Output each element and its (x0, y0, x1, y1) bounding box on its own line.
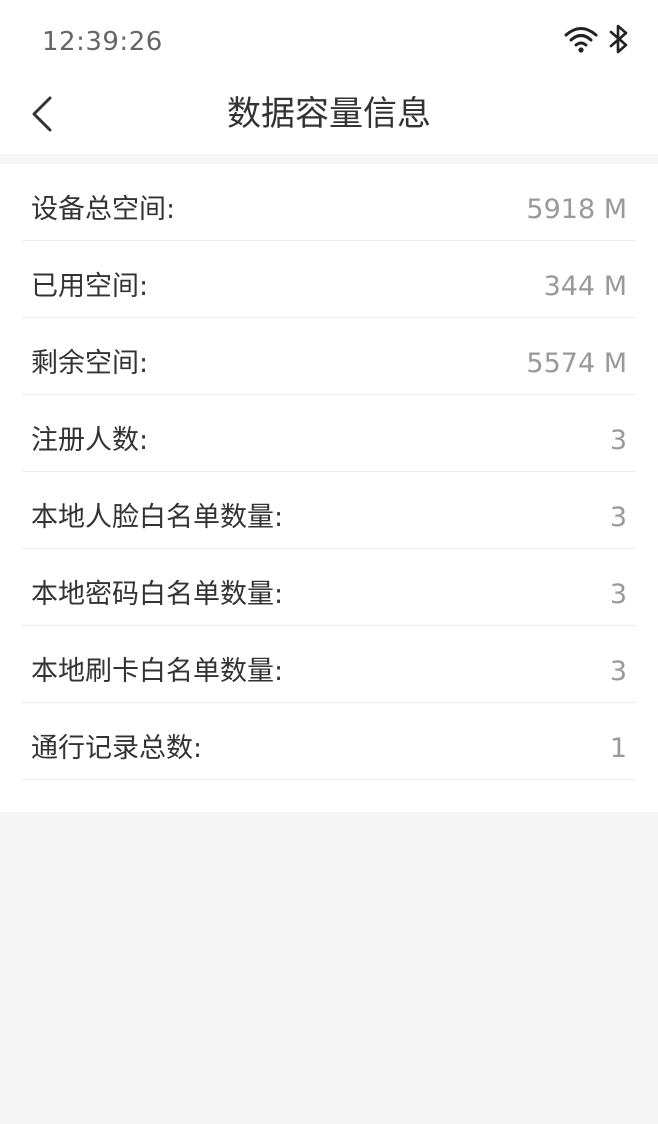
list-item-face-whitelist: 本地人脸白名单数量: 3 (22, 472, 636, 549)
list-item-access-records: 通行记录总数: 1 (22, 703, 636, 780)
list-item-remaining-space: 剩余空间: 5574 M (22, 318, 636, 395)
capacity-info-list: 设备总空间: 5918 M 已用空间: 344 M 剩余空间: 5574 M 注… (0, 164, 658, 812)
item-value: 5918 M (526, 194, 627, 225)
item-label: 通行记录总数: (31, 733, 203, 764)
status-bar: 12:39:26 (0, 0, 658, 78)
wifi-icon (564, 24, 598, 54)
item-value: 3 (609, 579, 627, 610)
item-label: 本地密码白名单数量: (31, 579, 284, 610)
item-label: 设备总空间: (31, 194, 176, 225)
item-label: 注册人数: (31, 425, 149, 456)
list-item-registered-users: 注册人数: 3 (22, 395, 636, 472)
list-item-used-space: 已用空间: 344 M (22, 241, 636, 318)
list-item-device-total-space: 设备总空间: 5918 M (22, 164, 636, 241)
bluetooth-icon (608, 23, 630, 55)
item-value: 3 (609, 502, 627, 533)
item-label: 本地刷卡白名单数量: (31, 656, 284, 687)
status-icons (564, 22, 630, 56)
item-value: 1 (609, 733, 627, 764)
item-value: 5574 M (526, 348, 627, 379)
item-value: 3 (609, 425, 627, 456)
list-item-password-whitelist: 本地密码白名单数量: 3 (22, 549, 636, 626)
header-bar: 数据容量信息 (0, 78, 658, 154)
status-time: 12:39:26 (42, 27, 163, 57)
item-value: 3 (609, 656, 627, 687)
list-item-card-whitelist: 本地刷卡白名单数量: 3 (22, 626, 636, 703)
item-label: 剩余空间: (31, 348, 149, 379)
item-value: 344 M (543, 271, 627, 302)
item-label: 已用空间: (31, 271, 149, 302)
page-title: 数据容量信息 (227, 94, 431, 134)
item-label: 本地人脸白名单数量: (31, 502, 284, 533)
